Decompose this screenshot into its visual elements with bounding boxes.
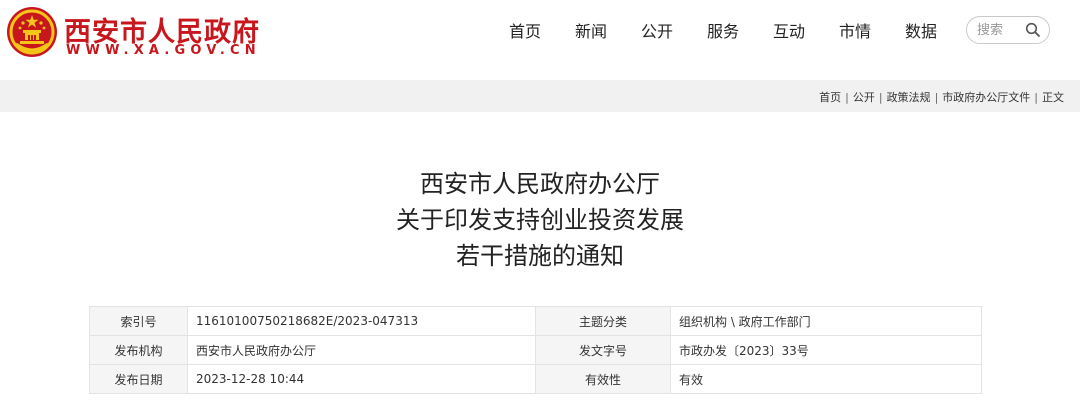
docno-label: 发文字号 bbox=[535, 335, 671, 365]
nav-item-service[interactable]: 服务 bbox=[690, 20, 756, 44]
topic-value: 组织机构 \ 政府工作部门 bbox=[670, 306, 982, 336]
nav-item-home[interactable]: 首页 bbox=[492, 20, 558, 44]
nav-item-open[interactable]: 公开 bbox=[624, 20, 690, 44]
index-label: 索引号 bbox=[89, 306, 188, 336]
national-emblem-icon[interactable] bbox=[6, 6, 58, 58]
title-line-1: 西安市人民政府办公厅 bbox=[420, 170, 660, 198]
table-row: 发布机构 西安市人民政府办公厅 发文字号 市政办发〔2023〕33号 bbox=[89, 335, 982, 365]
nav-item-data[interactable]: 数据 bbox=[888, 20, 954, 44]
breadcrumb: 首页 | 公开 | 政策法规 | 市政府办公厅文件 | 正文 bbox=[819, 89, 1064, 105]
nav-item-interact[interactable]: 互动 bbox=[756, 20, 822, 44]
breadcrumb-separator: | bbox=[878, 91, 883, 104]
breadcrumb-separator: | bbox=[845, 91, 849, 104]
article-title: 西安市人民政府办公厅 关于印发支持创业投资发展 若干措施的通知 bbox=[0, 166, 1080, 274]
breadcrumb-office-docs[interactable]: 市政府办公厅文件 bbox=[942, 91, 1030, 104]
issuer-label: 发布机构 bbox=[89, 335, 188, 365]
search-input[interactable] bbox=[977, 21, 1021, 39]
search-icon[interactable] bbox=[1025, 22, 1041, 38]
validity-label: 有效性 bbox=[535, 364, 671, 394]
breadcrumb-current: 正文 bbox=[1042, 91, 1064, 104]
topic-label: 主题分类 bbox=[535, 306, 671, 336]
document-info-table: 索引号 11610100750218682E/2023-047313 主题分类 … bbox=[89, 306, 982, 394]
search-box bbox=[966, 16, 1050, 44]
issuer-value: 西安市人民政府办公厅 bbox=[187, 335, 536, 365]
nav-item-news[interactable]: 新闻 bbox=[558, 20, 624, 44]
title-line-3: 若干措施的通知 bbox=[456, 242, 624, 270]
nav-item-city[interactable]: 市情 bbox=[822, 20, 888, 44]
breadcrumb-home[interactable]: 首页 bbox=[819, 91, 841, 104]
breadcrumb-separator: | bbox=[934, 91, 939, 104]
breadcrumb-separator: | bbox=[1034, 91, 1038, 104]
docno-value: 市政办发〔2023〕33号 bbox=[670, 335, 982, 365]
breadcrumb-policy[interactable]: 政策法规 bbox=[887, 91, 931, 104]
main-nav: 首页 新闻 公开 服务 互动 市情 数据 bbox=[492, 20, 954, 44]
date-value: 2023-12-28 10:44 bbox=[187, 364, 536, 394]
validity-value: 有效 bbox=[670, 364, 982, 394]
table-row: 发布日期 2023-12-28 10:44 有效性 有效 bbox=[89, 364, 982, 394]
breadcrumb-open[interactable]: 公开 bbox=[853, 91, 875, 104]
date-label: 发布日期 bbox=[89, 364, 188, 394]
index-value: 11610100750218682E/2023-047313 bbox=[187, 306, 536, 336]
table-row: 索引号 11610100750218682E/2023-047313 主题分类 … bbox=[89, 306, 982, 336]
site-domain: WWW.XA.GOV.CN bbox=[66, 43, 261, 58]
title-line-2: 关于印发支持创业投资发展 bbox=[396, 206, 684, 234]
site-header: 西安市人民政府 WWW.XA.GOV.CN 首页 新闻 公开 服务 互动 市情 … bbox=[0, 0, 1080, 80]
